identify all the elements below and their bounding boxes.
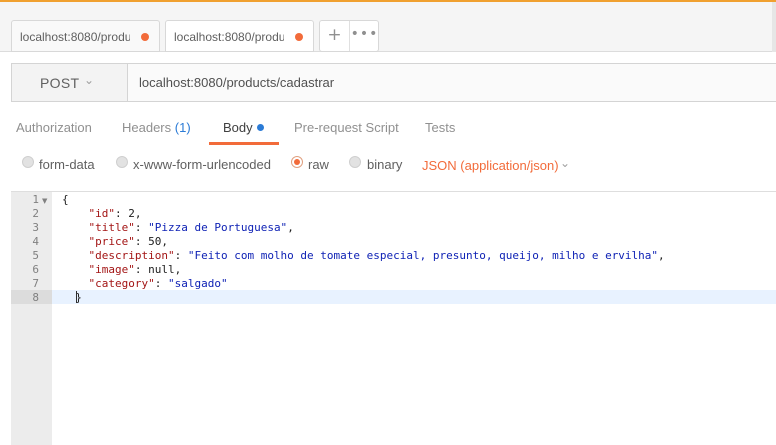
code-line: "image": null, [88, 263, 182, 276]
code-line: { [62, 193, 69, 206]
line-number: 1 [32, 193, 39, 206]
unsaved-dot-icon [295, 33, 303, 41]
tab-prerequest-script[interactable]: Pre-request Script [294, 120, 399, 135]
tab-body[interactable]: Body [223, 120, 264, 135]
text-cursor [76, 291, 77, 303]
active-tab-underline [209, 142, 279, 145]
tab-tests[interactable]: Tests [425, 120, 455, 135]
tab-body-label: Body [223, 120, 253, 135]
binary-radio[interactable] [349, 156, 361, 168]
tab-strip: localhost:8080/products/cadastrar localh… [0, 2, 776, 52]
urlencoded-radio[interactable] [116, 156, 128, 168]
code-line: "title": "Pizza de Portuguesa", [88, 221, 294, 234]
scrollbar[interactable] [772, 2, 776, 52]
request-tab-2[interactable]: localhost:8080/products/cadastrar [165, 20, 314, 52]
headers-count-badge: (1) [174, 120, 191, 135]
line-number: 3 [32, 221, 39, 234]
body-indicator-dot-icon [256, 124, 264, 131]
line-number: 4 [32, 235, 39, 248]
tab-headers[interactable]: Headers (1) [122, 120, 191, 135]
body-mode-selector: form-data x-www-form-urlencoded raw bina… [0, 150, 776, 184]
raw-label[interactable]: raw [308, 157, 329, 172]
form-data-label[interactable]: form-data [39, 157, 95, 172]
code-line: "category": "salgado" [88, 277, 228, 290]
url-input[interactable] [129, 64, 769, 101]
code-line: "description": "Feito com molho de tomat… [88, 249, 665, 262]
line-number: 7 [32, 277, 39, 290]
new-tab-button[interactable]: + [320, 21, 350, 51]
request-tabs: Authorization Headers (1) Body Pre-reque… [0, 112, 776, 145]
content-type-select[interactable]: JSON (application/json) [422, 158, 559, 173]
json-value-category: "salgado" [167, 277, 228, 290]
more-tabs-button[interactable]: ••• [350, 21, 379, 51]
line-number: 8 [32, 291, 39, 304]
fold-arrow-icon[interactable]: ▼ [42, 197, 47, 205]
json-value-price: 50 [148, 235, 162, 248]
chevron-down-icon[interactable]: ⌄ [560, 156, 570, 170]
form-data-radio[interactable] [22, 156, 34, 168]
json-value-id: 2 [128, 207, 135, 220]
binary-label[interactable]: binary [367, 157, 402, 172]
json-value-image: null [148, 263, 175, 276]
request-tab-2-label: localhost:8080/products/cadastrar [174, 30, 284, 44]
line-number: 6 [32, 263, 39, 276]
code-line: } [62, 291, 82, 304]
urlencoded-label[interactable]: x-www-form-urlencoded [133, 157, 271, 172]
chevron-down-icon: ⌄ [84, 73, 95, 87]
json-value-title: "Pizza de Portuguesa" [148, 221, 288, 234]
method-select[interactable]: POST ⌄ [12, 64, 128, 101]
body-editor[interactable]: 1 ▼ 2 3 4 5 6 7 8 { "id": 2, "title": "P… [11, 191, 776, 445]
code-line: "id": 2, [88, 207, 142, 220]
tab-authorization[interactable]: Authorization [16, 120, 92, 135]
tab-headers-label: Headers [122, 120, 172, 135]
code-line: "price": 50, [88, 235, 168, 248]
request-tab-1[interactable]: localhost:8080/products/cadastrar [11, 20, 160, 52]
tab-actions: + ••• [319, 20, 379, 52]
unsaved-dot-icon [141, 33, 149, 41]
method-label: POST [40, 75, 80, 91]
url-bar: POST ⌄ [11, 63, 776, 102]
json-value-description: "Feito com molho de tomate especial, pre… [187, 249, 659, 262]
raw-radio[interactable] [291, 156, 303, 168]
line-number: 2 [32, 207, 39, 220]
request-tab-1-label: localhost:8080/products/cadastrar [20, 30, 130, 44]
line-number: 5 [32, 249, 39, 262]
